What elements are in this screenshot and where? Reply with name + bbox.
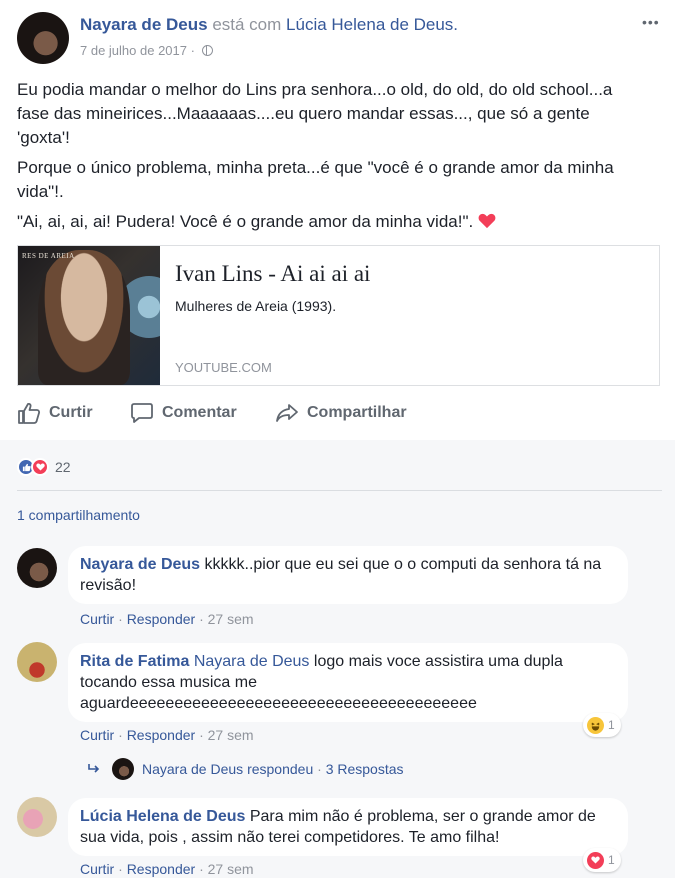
comment-reply-link[interactable]: Responder	[127, 727, 196, 743]
post-header: Nayara de Deus está com Lúcia Helena de …	[80, 15, 458, 35]
comment-avatar[interactable]	[17, 548, 57, 588]
post-date[interactable]: 7 de julho de 2017 ·	[80, 43, 195, 58]
share-button[interactable]: Compartilhar	[275, 398, 407, 428]
thumbnail-portrait	[38, 250, 130, 385]
reply-author: Nayara de Deus	[142, 761, 244, 777]
with-text: está com	[212, 15, 282, 34]
comment-mention[interactable]: Nayara de Deus	[194, 653, 310, 670]
globe-icon	[201, 45, 213, 56]
post-actions: Curtir Comentar Compartilhar	[0, 398, 675, 428]
comment-bubble: Nayara de Deus kkkkk..pior que eu sei qu…	[68, 546, 628, 604]
post-date-row: 7 de julho de 2017 ·	[80, 43, 213, 58]
comment-avatar[interactable]	[17, 797, 57, 837]
post-text-p3-content: "Ai, ai, ai, ai! Pudera! Você é o grande…	[17, 212, 474, 231]
comment-like-link[interactable]: Curtir	[80, 861, 114, 877]
link-preview-card[interactable]: RES DE AREIA Ivan Lins - Ai ai ai ai Mul…	[17, 245, 660, 386]
comment-meta: Curtir · Responder · 27 sem	[80, 727, 254, 743]
comment-time[interactable]: 27 sem	[208, 727, 254, 743]
comment-reply-link[interactable]: Responder	[127, 611, 196, 627]
reactions-count: 22	[55, 459, 71, 475]
love-reaction-icon	[587, 851, 604, 869]
comment-reaction-pill[interactable]: 1	[583, 713, 621, 737]
comment-bubble: Rita de Fatima Nayara de Deus logo mais …	[68, 643, 628, 722]
video-thumbnail[interactable]: RES DE AREIA	[18, 246, 160, 385]
reply-count: 3 Respostas	[325, 761, 404, 777]
divider	[17, 490, 662, 491]
reply-text: respondeu	[247, 761, 314, 777]
comment-icon	[131, 403, 153, 423]
share-label: Compartilhar	[307, 404, 407, 421]
post-text-p3: "Ai, ai, ai, ai! Pudera! Você é o grande…	[17, 210, 647, 234]
post-card: Nayara de Deus está com Lúcia Helena de …	[0, 0, 675, 440]
thumbs-up-icon	[18, 402, 41, 424]
love-reaction-icon	[31, 458, 49, 476]
comment-author[interactable]: Rita de Fatima	[80, 653, 189, 670]
like-button[interactable]: Curtir	[17, 398, 93, 428]
comment-reply-link[interactable]: Responder	[127, 861, 196, 877]
comment-time[interactable]: 27 sem	[208, 861, 254, 877]
comment-avatar[interactable]	[17, 642, 57, 682]
post-text: Eu podia mandar o melhor do Lins pra sen…	[17, 78, 647, 234]
comment-label: Comentar	[162, 404, 237, 421]
share-icon	[276, 404, 298, 422]
haha-reaction-icon	[587, 716, 604, 734]
link-title[interactable]: Ivan Lins - Ai ai ai ai	[175, 261, 370, 287]
post-text-p2: Porque o único problema, minha preta...é…	[17, 158, 614, 201]
comment-author[interactable]: Nayara de Deus	[80, 556, 200, 573]
link-domain: YOUTUBE.COM	[175, 360, 272, 375]
author-avatar[interactable]	[17, 12, 69, 64]
comment-like-link[interactable]: Curtir	[80, 727, 114, 743]
comment-bubble: Lúcia Helena de Deus Para mim não é prob…	[68, 798, 628, 856]
author-name[interactable]: Nayara de Deus	[80, 15, 208, 34]
link-description: Mulheres de Areia (1993).	[175, 298, 337, 314]
comment-time[interactable]: 27 sem	[208, 611, 254, 627]
comment-reaction-count: 1	[608, 718, 615, 732]
comment-like-link[interactable]: Curtir	[80, 611, 114, 627]
comment-author[interactable]: Lúcia Helena de Deus	[80, 808, 245, 825]
comment-meta: Curtir · Responder · 27 sem	[80, 861, 254, 877]
post-text-p1: Eu podia mandar o melhor do Lins pra sen…	[17, 80, 613, 147]
more-options-icon[interactable]: •••	[642, 15, 664, 29]
comment-meta: Curtir · Responder · 27 sem	[80, 611, 254, 627]
comment-reaction-pill[interactable]: 1	[583, 848, 621, 872]
replies-link[interactable]: Nayara de Deus respondeu · 3 Respostas	[88, 758, 404, 780]
reactions-summary[interactable]: 22	[17, 456, 71, 478]
comment-button[interactable]: Comentar	[130, 398, 237, 428]
like-label: Curtir	[49, 404, 93, 421]
comment-reaction-count: 1	[608, 853, 615, 867]
tagged-person[interactable]: Lúcia Helena de Deus.	[286, 15, 458, 34]
reply-avatar	[112, 758, 134, 780]
thumbnail-text: RES DE AREIA	[22, 252, 75, 260]
shares-count[interactable]: 1 compartilhamento	[17, 507, 140, 523]
reply-arrow-icon	[88, 764, 100, 773]
heart-icon	[478, 213, 496, 229]
